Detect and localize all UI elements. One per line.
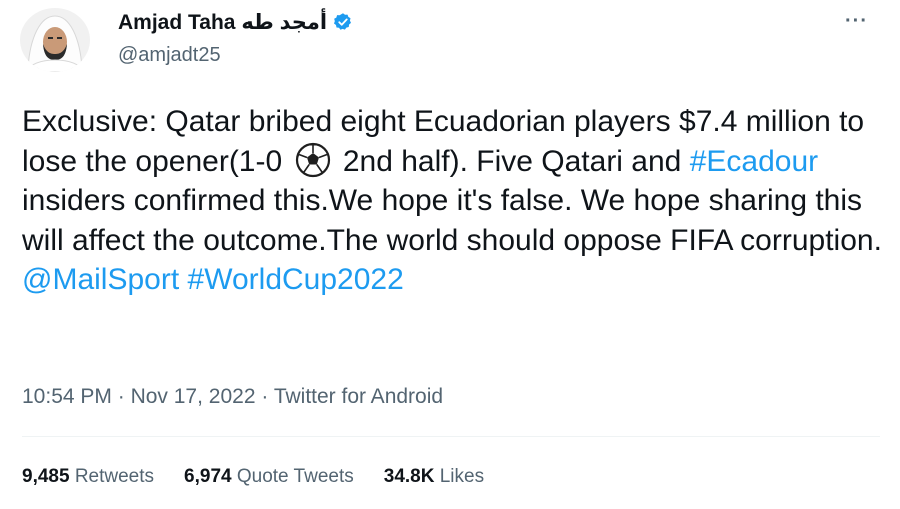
mention-mailsport[interactable]: @MailSport xyxy=(22,263,179,296)
author-handle[interactable]: @amjadt25 xyxy=(118,44,221,67)
profile-photo-icon xyxy=(20,8,90,72)
tweet-time[interactable]: 10:54 PM xyxy=(22,385,112,408)
hashtag-ecadour[interactable]: #Ecadour xyxy=(690,145,818,178)
quote-tweets-label: Quote Tweets xyxy=(236,466,354,487)
author-display-name[interactable]: Amjad Taha أمجد طه xyxy=(118,10,327,35)
more-options-icon[interactable]: ··· xyxy=(845,10,868,33)
tweet-source[interactable]: Twitter for Android xyxy=(274,385,443,408)
retweets-label: Retweets xyxy=(74,466,155,487)
retweets-stat[interactable]: 9,485 Retweets xyxy=(22,466,154,488)
likes-stat[interactable]: 34.8K Likes xyxy=(384,466,484,488)
likes-label: Likes xyxy=(439,466,485,487)
divider xyxy=(22,436,880,437)
meta-separator: · xyxy=(117,385,125,408)
tweet-metadata: 10:54 PM · Nov 17, 2022 · Twitter for An… xyxy=(22,385,443,409)
tweet-text: Exclusive: Qatar bribed eight Ecuadorian… xyxy=(22,102,890,300)
avatar[interactable] xyxy=(20,8,90,72)
engagement-stats: 9,485 Retweets 6,974 Quote Tweets 34.8K … xyxy=(22,466,484,488)
author-name-row: Amjad Taha أمجد طه xyxy=(118,8,353,36)
soccer-ball-icon xyxy=(295,142,330,177)
tweet-date[interactable]: Nov 17, 2022 xyxy=(131,385,256,408)
tweet-text-part3: insiders confirmed this.We hope it's fal… xyxy=(22,184,882,257)
meta-separator: · xyxy=(261,385,269,408)
tweet-text-part2: 2nd half). Five Qatari and xyxy=(334,144,690,178)
quote-tweets-stat[interactable]: 6,974 Quote Tweets xyxy=(184,466,354,488)
hashtag-worldcup2022[interactable]: #WorldCup2022 xyxy=(188,263,404,296)
retweets-count: 9,485 xyxy=(22,466,70,487)
verified-badge-icon xyxy=(334,13,352,30)
likes-count: 34.8K xyxy=(383,466,435,487)
quote-tweets-count: 6,974 xyxy=(184,466,232,487)
